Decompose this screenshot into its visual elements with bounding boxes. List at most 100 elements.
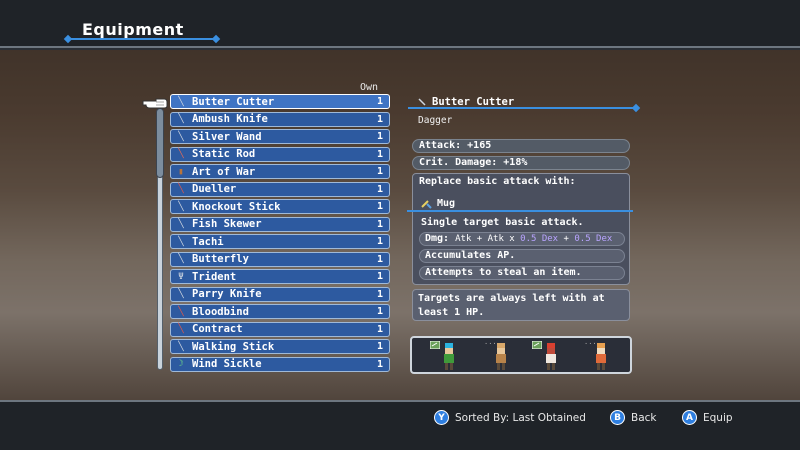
crit-damage-stat: Crit. Damage: +18% (412, 156, 630, 170)
staff-icon: ╲ (178, 201, 184, 212)
item-name: Butterfly (192, 253, 249, 265)
equip-control[interactable]: A Equip (682, 410, 733, 425)
item-name: Silver Wand (192, 130, 262, 143)
item-quantity: 1 (376, 306, 383, 317)
equip-label: Equip (703, 411, 733, 424)
item-quantity: 1 (376, 236, 383, 247)
item-quantity: 1 (376, 96, 383, 107)
list-item[interactable]: ╲ Contract 1 (170, 321, 390, 337)
list-item[interactable]: ╲ Butterfly 1 (170, 251, 390, 267)
own-column-header: Own (360, 82, 379, 93)
item-name: Art of War (192, 165, 256, 178)
dmg-part-4: 0.5 Dex (574, 234, 613, 244)
item-quantity: 1 (376, 323, 383, 335)
item-name: Trident (192, 270, 237, 283)
list-item[interactable]: ╲ Fish Skewer 1 (170, 216, 390, 232)
ability-underline (407, 210, 633, 212)
list-item[interactable]: ╲ Bloodbind 1 (170, 304, 390, 319)
list-item[interactable]: ╲ Walking Stick 1 (170, 339, 390, 354)
background-scene (0, 50, 800, 400)
list-item[interactable]: ╲ Ambush Knife 1 (170, 111, 390, 127)
item-quantity: 1 (376, 288, 383, 300)
item-name: Knockout Stick (192, 200, 281, 213)
can-equip-icon (429, 334, 441, 350)
ability-description: Single target basic attack. (421, 217, 584, 228)
dagger-icon: ╲ (178, 96, 184, 107)
item-quantity: 1 (376, 341, 383, 352)
item-quantity: 1 (376, 148, 383, 160)
weapon-note: Targets are always left with at least 1 … (412, 289, 630, 321)
damage-formula: Dmg: Atk + Atk x 0.5 Dex + 0.5 Dex (419, 232, 625, 246)
dmg-part-1: Atk + Atk x (455, 234, 521, 244)
book-icon: ▮ (178, 166, 184, 177)
dagger-icon: ╲ (178, 254, 184, 264)
steal-effect: Attempts to steal an item. (419, 266, 625, 280)
dmg-label: Dmg: (425, 233, 450, 244)
item-quantity: 1 (376, 201, 383, 212)
dagger-icon: ╲ (178, 289, 184, 299)
item-name: Ambush Knife (192, 113, 268, 125)
item-name: Fish Skewer (192, 218, 262, 230)
wand-icon: ╲ (178, 131, 184, 142)
ap-effect: Accumulates AP. (419, 249, 625, 263)
ability-header: Replace basic attack with: (419, 176, 576, 187)
rod-icon: ╲ (178, 149, 184, 159)
list-item[interactable]: ╲ Static Rod 1 (170, 146, 390, 162)
back-control[interactable]: B Back (610, 410, 657, 425)
trident-icon: Ψ (178, 271, 184, 282)
item-quantity: 1 (376, 166, 383, 177)
spear-icon: ╲ (178, 219, 184, 229)
item-name: Tachi (192, 235, 224, 248)
list-item[interactable]: ▮ Art of War 1 (170, 164, 390, 179)
list-item[interactable]: ╲ Dueller 1 (170, 181, 390, 197)
equipment-list: ╲ Butter Cutter 1 ╲ Ambush Knife 1 ╲ Silver Wan… (170, 94, 390, 374)
sword-icon: ╲ (178, 306, 184, 317)
pointing-hand-cursor-icon (142, 98, 168, 109)
mug-ability-icon (421, 199, 432, 209)
attack-stat: Attack: +165 (412, 139, 630, 153)
item-name: Static Rod (192, 148, 256, 160)
item-name: Butter Cutter (192, 95, 275, 108)
sickle-icon: ☽ (178, 359, 184, 369)
dmg-part-3: + (558, 234, 575, 244)
item-name: Contract (192, 323, 243, 335)
list-item[interactable]: ╲ Parry Knife 1 (170, 286, 390, 302)
back-label: Back (631, 411, 657, 424)
header-bar: Equipment (0, 0, 800, 48)
list-item[interactable]: Ψ Trident 1 (170, 269, 390, 284)
a-button-icon: A (682, 410, 697, 425)
sword-icon: ╲ (178, 324, 184, 334)
sort-label: Sorted By: Last Obtained (455, 411, 586, 424)
list-item[interactable]: ╲ Silver Wand 1 (170, 129, 390, 144)
red-mage-sprite (542, 342, 560, 372)
item-name: Dueller (192, 183, 237, 195)
title-underline (68, 38, 216, 40)
item-name: Parry Knife (192, 288, 262, 300)
y-button-icon: Y (434, 410, 449, 425)
ability-panel: Replace basic attack with: Mug Single ta… (407, 173, 633, 285)
b-button-icon: B (610, 410, 625, 425)
item-quantity: 1 (376, 218, 383, 230)
staff-icon: ╲ (178, 341, 184, 352)
item-quantity: 1 (376, 131, 383, 142)
katana-icon: ╲ (178, 236, 184, 247)
party-preview: ··· ··· (410, 336, 632, 374)
item-quantity: 1 (376, 253, 383, 265)
item-quantity: 1 (376, 271, 383, 282)
list-item[interactable]: ╲ Tachi 1 (170, 234, 390, 249)
page-title: Equipment (82, 20, 184, 39)
sort-control[interactable]: Y Sorted By: Last Obtained (434, 410, 586, 425)
list-item[interactable]: ☽ Wind Sickle 1 (170, 356, 390, 372)
can-equip-icon (531, 334, 543, 350)
scrollbar-thumb[interactable] (156, 108, 164, 178)
list-item[interactable]: ╲ Knockout Stick 1 (170, 199, 390, 214)
dagger-icon (418, 98, 426, 106)
footer-bar (0, 400, 800, 450)
cannot-equip-indicator: ··· (584, 340, 597, 348)
ability-name: Mug (437, 198, 456, 209)
list-item[interactable]: ╲ Butter Cutter 1 (170, 94, 390, 109)
detail-underline (408, 107, 636, 109)
item-quantity: 1 (376, 183, 383, 195)
detail-item-type: Dagger (418, 115, 453, 126)
item-quantity: 1 (376, 358, 383, 370)
